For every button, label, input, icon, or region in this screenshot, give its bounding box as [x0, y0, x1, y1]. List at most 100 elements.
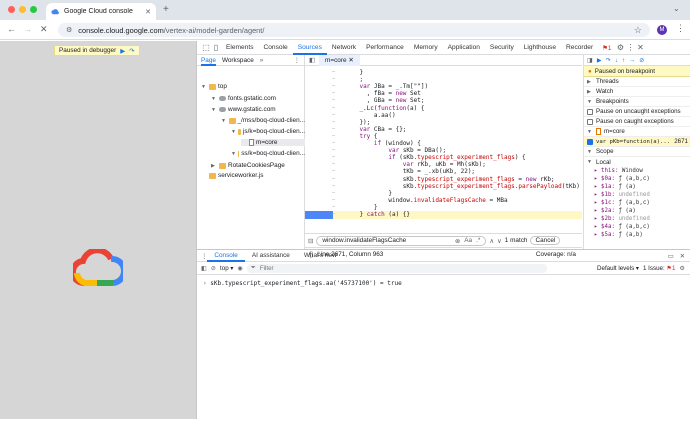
issues-badge[interactable]: ⚑1 [602, 44, 611, 52]
navigator-tab-workspace[interactable]: Workspace [222, 57, 254, 64]
line-number[interactable]: – [307, 211, 335, 218]
expand-arrow-icon[interactable]: ▼ [211, 96, 217, 102]
line-number[interactable]: – [307, 119, 335, 126]
expand-arrow-icon[interactable]: ▼ [231, 151, 236, 157]
device-toolbar-icon[interactable]: ▯ [211, 43, 221, 53]
more-tabs-icon[interactable]: » [260, 57, 264, 64]
pause-caught-option[interactable]: Pause on caught exceptions [584, 117, 690, 127]
resume-icon[interactable]: ▶ [597, 57, 602, 64]
tab-search-icon[interactable]: ⌄ [673, 4, 680, 13]
browser-menu-icon[interactable]: ⋮ [676, 23, 685, 34]
pause-uncaught-option[interactable]: Pause on uncaught exceptions [584, 107, 690, 117]
tab-elements[interactable]: Elements [221, 41, 259, 55]
devtools-menu-icon[interactable]: ⋮ [625, 43, 635, 53]
line-number[interactable]: – [307, 154, 335, 161]
close-drawer-icon[interactable]: ✕ [680, 252, 685, 260]
profile-avatar[interactable]: M [657, 25, 667, 35]
expand-arrow-icon[interactable]: ▶ [211, 163, 217, 169]
live-expression-eye-icon[interactable]: ◉ [237, 265, 242, 272]
expand-arrow-icon[interactable]: ▼ [211, 107, 217, 113]
drawer-tab-console[interactable]: Console [207, 250, 245, 262]
stop-loading-icon[interactable]: ✕ [40, 24, 48, 35]
line-number[interactable]: – [307, 105, 335, 112]
line-number[interactable]: – [307, 126, 335, 133]
breakpoint-checkbox[interactable] [587, 138, 593, 145]
find-options-icon[interactable]: ⊟ [308, 237, 313, 245]
pause-uncaught-checkbox[interactable] [587, 108, 593, 115]
console-settings-icon[interactable]: ⚙ [679, 265, 685, 272]
line-number[interactable]: – [307, 176, 335, 183]
expand-arrow-icon[interactable]: ▼ [201, 84, 207, 90]
navigator-tree-item[interactable]: ▼ top [201, 83, 305, 90]
line-number[interactable]: – [307, 76, 335, 83]
scope-variable[interactable]: ▸ $1b: undefined [584, 191, 690, 199]
clear-find-icon[interactable]: ⊗ [455, 237, 460, 245]
line-number[interactable]: – [307, 140, 335, 147]
navigator-tree-item[interactable]: ▶ RotateCookiesPage [211, 162, 305, 169]
drawer-tab-whats-new[interactable]: What's new [297, 250, 344, 262]
site-info-icon[interactable]: ⚙ [66, 26, 72, 34]
navigator-tree-item[interactable]: ▼ _/mss/boq-cloud-clien... [221, 117, 305, 124]
context-selector[interactable]: top ▾ [220, 265, 233, 272]
step-icon[interactable]: → [629, 57, 635, 64]
pause-caught-checkbox[interactable] [587, 118, 593, 125]
scope-variable[interactable]: ▸ $1c: ƒ (a,b,c) [584, 199, 690, 207]
local-scope[interactable]: ▼ Local [584, 157, 690, 167]
bookmark-star-icon[interactable]: ☆ [634, 25, 642, 36]
line-number[interactable]: – [307, 168, 335, 175]
line-number[interactable]: – [307, 112, 335, 119]
tab-console[interactable]: Console [259, 41, 293, 55]
tab-recorder[interactable]: Recorder [561, 41, 598, 55]
console-issues[interactable]: 1 Issue: ⚑1 [643, 265, 675, 272]
line-number[interactable]: – [307, 190, 335, 197]
step-over-icon[interactable]: ↷ [606, 57, 611, 64]
zoom-window-button[interactable] [30, 6, 37, 13]
console-filter-input[interactable]: ⏷ Filter [246, 263, 547, 273]
close-window-button[interactable] [8, 6, 15, 13]
previous-match-icon[interactable]: ∧ [489, 237, 494, 245]
log-levels-dropdown[interactable]: Default levels ▾ [597, 265, 639, 272]
tab-application[interactable]: Application [443, 41, 485, 55]
tab-sources[interactable]: Sources [292, 41, 327, 55]
next-match-icon[interactable]: ∨ [497, 237, 502, 245]
close-tab-icon[interactable]: ✕ [145, 8, 151, 16]
tab-network[interactable]: Network [327, 41, 361, 55]
navigator-tree-item[interactable]: ▼ js/k=boq-cloud-clien... [231, 128, 305, 135]
step-out-icon[interactable]: ↑ [622, 57, 625, 64]
scope-variable[interactable]: ▸ $4a: ƒ (a,b,c) [584, 223, 690, 231]
line-number[interactable]: – [307, 90, 335, 97]
match-case-icon[interactable]: Aa [464, 237, 472, 244]
editor-file-tab[interactable]: m=core ✕ [319, 54, 360, 66]
scope-variable[interactable]: ▸ this: Window [584, 167, 690, 175]
line-number[interactable]: – [307, 161, 335, 168]
navigator-tree-item[interactable]: ▼ fonts.gstatic.com [211, 95, 305, 102]
navigator-tab-page[interactable]: Page [201, 55, 216, 66]
find-input[interactable]: window.invalidateFlagsCache ⊗ Aa .* [316, 235, 487, 246]
expand-arrow-icon[interactable]: ▼ [231, 129, 236, 135]
line-number[interactable]: – [307, 133, 335, 140]
minimize-window-button[interactable] [19, 6, 26, 13]
scope-variable[interactable]: ▸ $0a: ƒ (a,b,c) [584, 175, 690, 183]
line-number[interactable]: – [307, 83, 335, 90]
deactivate-breakpoints-icon[interactable]: ⊘ [639, 57, 644, 64]
line-number[interactable]: – [307, 204, 335, 211]
expand-arrow-icon[interactable]: ▼ [221, 118, 227, 124]
breakpoints-section[interactable]: ▼ Breakpoints [584, 97, 690, 107]
console-sidebar-icon[interactable]: ◧ [201, 265, 207, 272]
toggle-navigator-icon[interactable]: ◧ [309, 56, 315, 64]
browser-tab[interactable]: Google Cloud console ✕ [46, 3, 156, 20]
step-over-icon[interactable]: ↷ [129, 47, 134, 55]
line-number[interactable]: – [307, 97, 335, 104]
clear-console-icon[interactable]: ⊘ [211, 265, 216, 272]
navigator-tree-item[interactable]: ▼ www.gstatic.com [211, 106, 305, 113]
new-tab-button[interactable]: + [163, 4, 169, 15]
line-number[interactable]: – [307, 69, 335, 76]
resume-script-icon[interactable]: ▶ [120, 47, 125, 55]
tab-lighthouse[interactable]: Lighthouse [519, 41, 561, 55]
regex-icon[interactable]: .* [476, 237, 480, 244]
url-field[interactable]: ⚙ console.cloud.google.com/vertex-ai/mod… [58, 23, 650, 37]
line-number[interactable]: – [307, 183, 335, 190]
navigator-tree-item[interactable]: ▼ ss/k=boq-cloud-clien... [231, 150, 305, 157]
watch-section[interactable]: ▶ Watch [584, 87, 690, 97]
close-devtools-icon[interactable]: ✕ [635, 43, 645, 53]
